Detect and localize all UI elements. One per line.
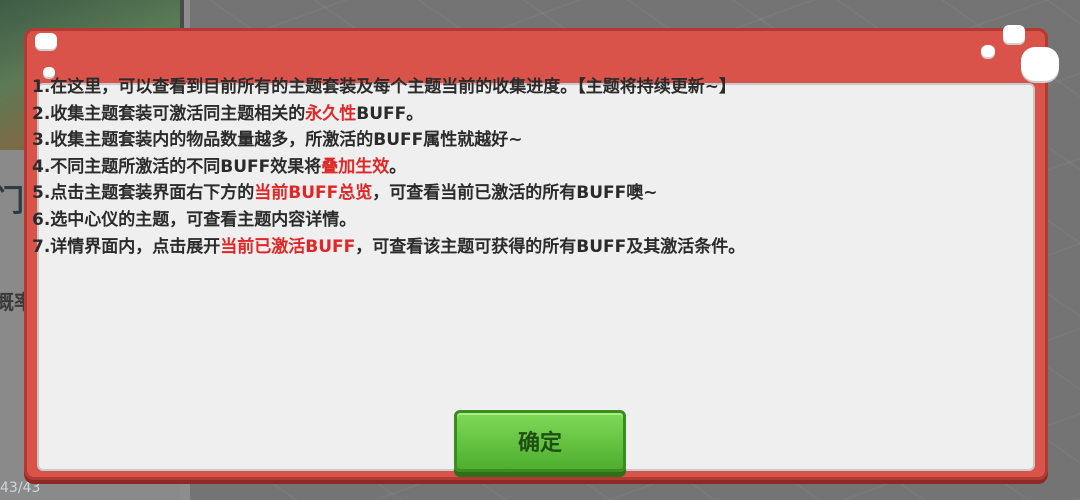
rule-text: ，可查看当前已激活的所有BUFF噢~ (372, 183, 658, 204)
rule-text: 收集主题套装可激活同主题相关的 (50, 103, 306, 124)
rule-item: 5.点击主题套装界面右下方的当前BUFF总览，可查看当前已激活的所有BUFF噢~ (32, 180, 972, 207)
rules-list: 1.在这里，可以查看到目前所有的主题套装及每个主题当前的收集进度。【主题将持续更… (32, 74, 972, 260)
cloud-decoration (1021, 47, 1059, 81)
rule-text: 在这里，可以查看到目前所有的主题套装及每个主题当前的收集进度。【主题将持续更新~… (50, 77, 737, 97)
rule-highlight-text: 永久性 (305, 103, 357, 124)
rule-number: 7. (32, 236, 51, 257)
rule-item: 1.在这里，可以查看到目前所有的主题套装及每个主题当前的收集进度。【主题将持续更… (32, 74, 972, 101)
rule-number: 6. (32, 209, 51, 230)
rule-number: 2. (32, 103, 51, 124)
cloud-decoration (981, 45, 995, 57)
rule-number: 1. (32, 77, 51, 97)
rule-item: 3.收集主题套装内的物品数量越多，所激活的BUFF属性就越好~ (32, 127, 972, 154)
cloud-decoration (35, 33, 57, 49)
rule-number: 3. (32, 130, 51, 151)
rule-text: 选中心仪的主题，可查看主题内容详情。 (50, 209, 357, 230)
rule-text: 详情界面内，点击展开 (50, 236, 221, 257)
rule-text: ，可查看该主题可获得的所有BUFF及其激活条件。 (355, 236, 746, 257)
rule-text: 收集主题套装内的物品数量越多，所激活的BUFF属性就越好~ (50, 130, 523, 151)
rule-item: 7.详情界面内，点击展开当前已激活BUFF，可查看该主题可获得的所有BUFF及其… (32, 234, 972, 261)
rule-text: 。 (389, 156, 407, 177)
rule-highlight-text: 当前已激活BUFF (220, 236, 356, 257)
rule-item: 2.收集主题套装可激活同主题相关的永久性BUFF。 (32, 101, 972, 128)
rule-item: 6.选中心仪的主题，可查看主题内容详情。 (32, 207, 972, 234)
rule-text: BUFF。 (356, 103, 424, 124)
rule-number: 4. (32, 156, 51, 177)
cloud-decoration (1003, 25, 1025, 43)
confirm-button[interactable]: 确定 (454, 410, 626, 472)
rule-item: 4.不同主题所激活的不同BUFF效果将叠加生效。 (32, 154, 972, 181)
rule-highlight-text: 当前BUFF总览 (254, 183, 373, 204)
rule-highlight-text: 叠加生效 (321, 156, 390, 177)
rule-text: 点击主题套装界面右下方的 (50, 183, 255, 204)
rule-text: 不同主题所激活的不同BUFF效果将 (50, 156, 322, 177)
rule-number: 5. (32, 183, 51, 204)
page-indicator: 43/43 (0, 480, 41, 496)
